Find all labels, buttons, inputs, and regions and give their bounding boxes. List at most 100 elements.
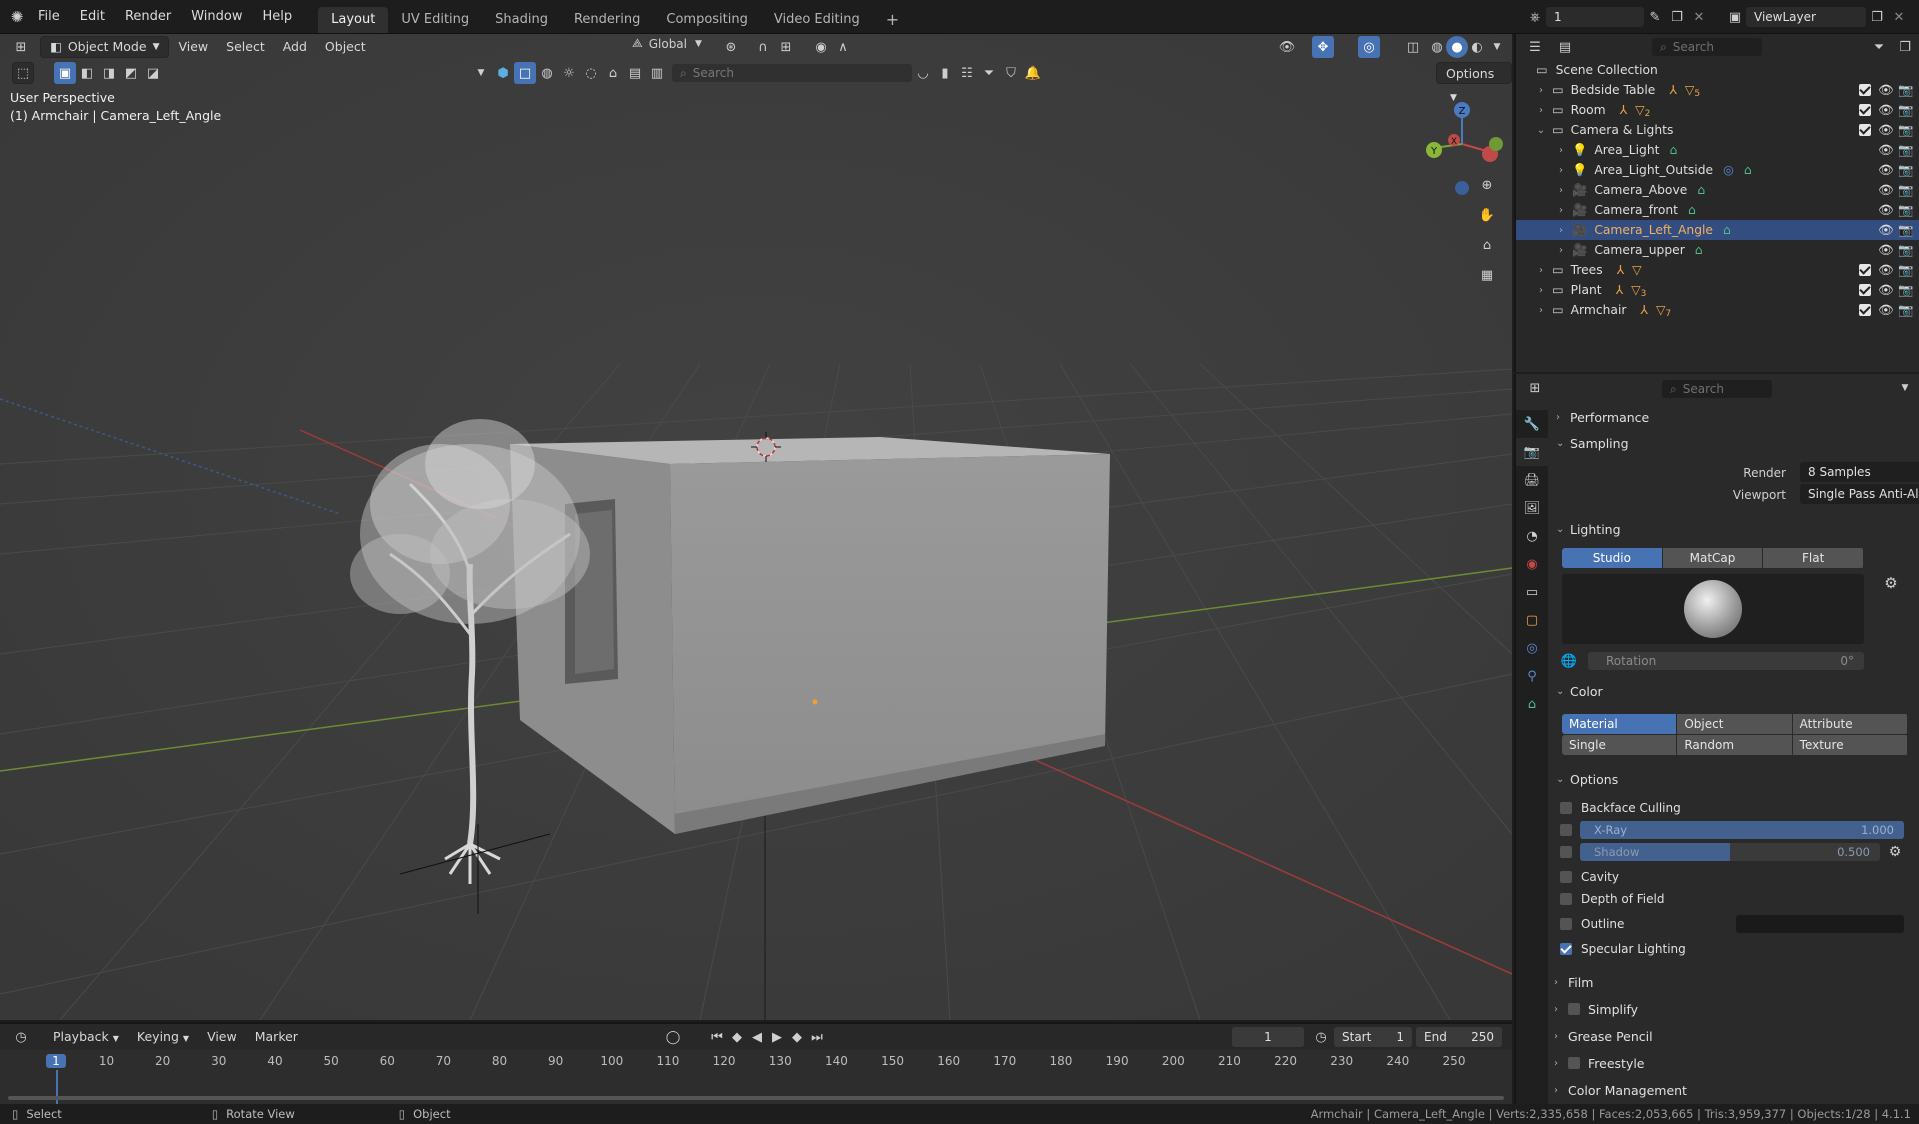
chevron-right-icon[interactable]: › — [1534, 265, 1548, 276]
scene-frame-field[interactable]: 1 — [1546, 7, 1644, 27]
snap-target-icon[interactable]: ⊞ — [775, 36, 797, 58]
play-icon[interactable]: ▶ — [766, 1026, 788, 1048]
xray-toggle-icon[interactable]: ◫ — [1402, 36, 1424, 58]
outliner-row[interactable]: › 🎥 Camera_front ⌂ 👁 📷 — [1516, 200, 1919, 220]
exclude-checkbox[interactable] — [1859, 304, 1871, 316]
eye-icon[interactable]: 👁 — [1878, 203, 1894, 218]
specular-lighting-checkbox[interactable]: Specular Lighting — [1560, 939, 1686, 959]
outliner-editor-icon[interactable]: ☰ — [1524, 36, 1546, 58]
viewport-menu-add[interactable]: Add — [274, 36, 316, 58]
lighting-preferences-gear-icon[interactable]: ⚙ — [1880, 572, 1902, 594]
outliner-row[interactable]: › 💡 Area_Light_Outside ◎ ⌂ 👁 📷 — [1516, 160, 1919, 180]
render-camera-icon[interactable]: 📷 — [1898, 103, 1913, 118]
viewport-samples-dropdown[interactable]: Single Pass Anti-Aliasing ▼ — [1800, 484, 1919, 504]
3d-viewport[interactable]: ⊞ ◧ Object Mode ▼ View Select Add Object… — [0, 34, 1512, 1020]
workspace-tab-uv-editing[interactable]: UV Editing — [388, 7, 482, 33]
end-frame-field[interactable]: End 250 — [1416, 1027, 1502, 1047]
shadow-intensity-slider[interactable]: Shadow 0.500 — [1580, 843, 1880, 861]
object-type-icon[interactable]: ⬢ — [492, 62, 514, 84]
outliner-row[interactable]: ⌄ ▭ Camera & Lights 👁 📷 — [1516, 120, 1919, 140]
play-reverse-icon[interactable]: ◀ — [746, 1026, 768, 1048]
transform-orientation-dropdown[interactable]: ⟁ Global ▼ — [632, 36, 702, 51]
view-layer-field[interactable]: ViewLayer — [1746, 7, 1866, 27]
preview-range-icon[interactable]: ◷ — [1310, 1026, 1332, 1048]
eye-icon[interactable]: 👁 — [1878, 243, 1894, 258]
depth-of-field-checkbox[interactable]: Depth of Field — [1560, 889, 1664, 909]
exclude-checkbox[interactable] — [1859, 284, 1871, 296]
output-tab-icon[interactable]: 🖨 — [1516, 466, 1548, 494]
bookmark-icon[interactable]: ▮ — [934, 62, 956, 84]
world-space-lighting-icon[interactable]: 🌐 — [1558, 650, 1580, 672]
workspace-tab-rendering[interactable]: Rendering — [561, 7, 653, 33]
view-layer-icon[interactable]: ▣ — [1724, 6, 1746, 28]
render-camera-icon[interactable]: 📷 — [1898, 223, 1913, 238]
timeline-scrollbar[interactable] — [8, 1096, 1504, 1100]
chevron-right-icon[interactable]: › — [1554, 245, 1568, 256]
exclude-checkbox[interactable] — [1859, 104, 1871, 116]
menu-edit[interactable]: Edit — [70, 0, 115, 34]
falloff-icon[interactable]: ∧ — [832, 36, 854, 58]
chevron-right-icon[interactable]: › — [1554, 165, 1568, 176]
outliner-row[interactable]: › ▭ Room ⅄ ▽ 2 👁 📷 — [1516, 100, 1919, 120]
pivot-point-icon[interactable]: ⊛ — [720, 36, 742, 58]
view-layer-tab-icon[interactable]: 🖼 — [1516, 494, 1548, 522]
render-camera-icon[interactable]: 📷 — [1898, 83, 1913, 98]
filter-more-icon[interactable]: ▥ — [646, 62, 668, 84]
collection-tab-icon[interactable]: ▭ — [1516, 578, 1548, 606]
eye-icon[interactable]: 👁 — [1878, 103, 1894, 118]
outliner-row[interactable]: › 💡 Area_Light ⌂ 👁 📷 — [1516, 140, 1919, 160]
lighting-studio-button[interactable]: Studio — [1562, 548, 1662, 568]
new-view-layer-icon[interactable]: ❐ — [1866, 6, 1888, 28]
outline-checkbox[interactable]: Outline — [1560, 914, 1624, 934]
render-samples-dropdown[interactable]: 8 Samples ▼ — [1800, 462, 1919, 482]
eye-icon[interactable]: 👁 — [1878, 223, 1894, 238]
new-collection-icon[interactable]: ❐ — [1894, 36, 1916, 58]
workspace-tab-layout[interactable]: Layout — [318, 6, 389, 33]
scene-icon[interactable]: ⎈ — [1524, 6, 1546, 28]
funnel-filter-icon[interactable]: ⏷ — [978, 62, 1000, 84]
panel-grease-pencil[interactable]: › Grease Pencil — [1554, 1025, 1914, 1047]
viewport-scene[interactable] — [0, 34, 1512, 1020]
render-camera-icon[interactable]: 📷 — [1898, 303, 1913, 318]
shield-icon[interactable]: ⛉ — [1000, 62, 1022, 84]
eye-icon[interactable]: 👁 — [1878, 123, 1894, 138]
cavity-checkbox[interactable]: Cavity — [1560, 867, 1619, 887]
filter-dropdown-icon[interactable]: ◡ — [912, 62, 934, 84]
panel-sampling[interactable]: ⌄ Sampling — [1556, 432, 1916, 454]
viewport-menu-select[interactable]: Select — [217, 36, 274, 58]
panel-performance[interactable]: › Performance — [1556, 406, 1916, 428]
zoom-icon[interactable]: ⊕ — [1476, 174, 1498, 196]
studio-light-preview[interactable] — [1562, 574, 1864, 644]
filter-other-icon[interactable]: ▤ — [624, 62, 646, 84]
outliner-root-row[interactable]: ▭ Scene Collection — [1516, 60, 1919, 80]
xray-alpha-slider[interactable]: X-Ray 1.000 — [1580, 821, 1904, 839]
render-camera-icon[interactable]: 📷 — [1898, 143, 1913, 158]
outliner-row[interactable]: › ▭ Bedside Table ⅄ ▽ 5 👁 📷 — [1516, 80, 1919, 100]
select-mode-subtract-icon[interactable]: ◨ — [98, 62, 120, 84]
lighting-rotation-field[interactable]: Rotation 0° — [1588, 652, 1864, 670]
menu-render[interactable]: Render — [115, 0, 181, 34]
chevron-down-icon[interactable]: ⌄ — [1534, 125, 1548, 136]
start-frame-field[interactable]: Start 1 — [1334, 1027, 1412, 1047]
eye-icon[interactable]: 👁 — [1878, 263, 1894, 278]
eye-icon[interactable]: 👁 — [1878, 83, 1894, 98]
viewport-menu-view[interactable]: View — [169, 36, 217, 58]
exclude-checkbox[interactable] — [1859, 264, 1871, 276]
exclude-checkbox[interactable] — [1859, 124, 1871, 136]
pin-icon[interactable]: ✎ — [1644, 6, 1666, 28]
filter-empty-icon[interactable]: ◌ — [580, 62, 602, 84]
outline-color-swatch[interactable] — [1736, 915, 1904, 933]
options-dropdown[interactable]: Options ▼ — [1436, 62, 1512, 103]
filter-mesh-icon[interactable]: □ — [514, 62, 536, 84]
funnel-filter-icon[interactable]: ⏷ — [1868, 36, 1890, 58]
world-tab-icon[interactable]: ◉ — [1516, 550, 1548, 578]
color-single-button[interactable]: Single — [1562, 735, 1677, 755]
select-mode-invert-icon[interactable]: ◩ — [120, 62, 142, 84]
delete-view-layer-icon[interactable]: ✕ — [1888, 6, 1910, 28]
properties-search-input[interactable]: ⌕ Search — [1662, 380, 1772, 398]
timeline-menu-marker[interactable]: Marker — [246, 1026, 307, 1048]
gizmo-toggle-icon[interactable]: ✥ — [1312, 36, 1334, 58]
render-camera-icon[interactable]: 📷 — [1898, 263, 1913, 278]
timeline-menu-keying[interactable]: Keying ▼ — [128, 1026, 198, 1048]
panel-color-management[interactable]: › Color Management — [1554, 1079, 1914, 1101]
